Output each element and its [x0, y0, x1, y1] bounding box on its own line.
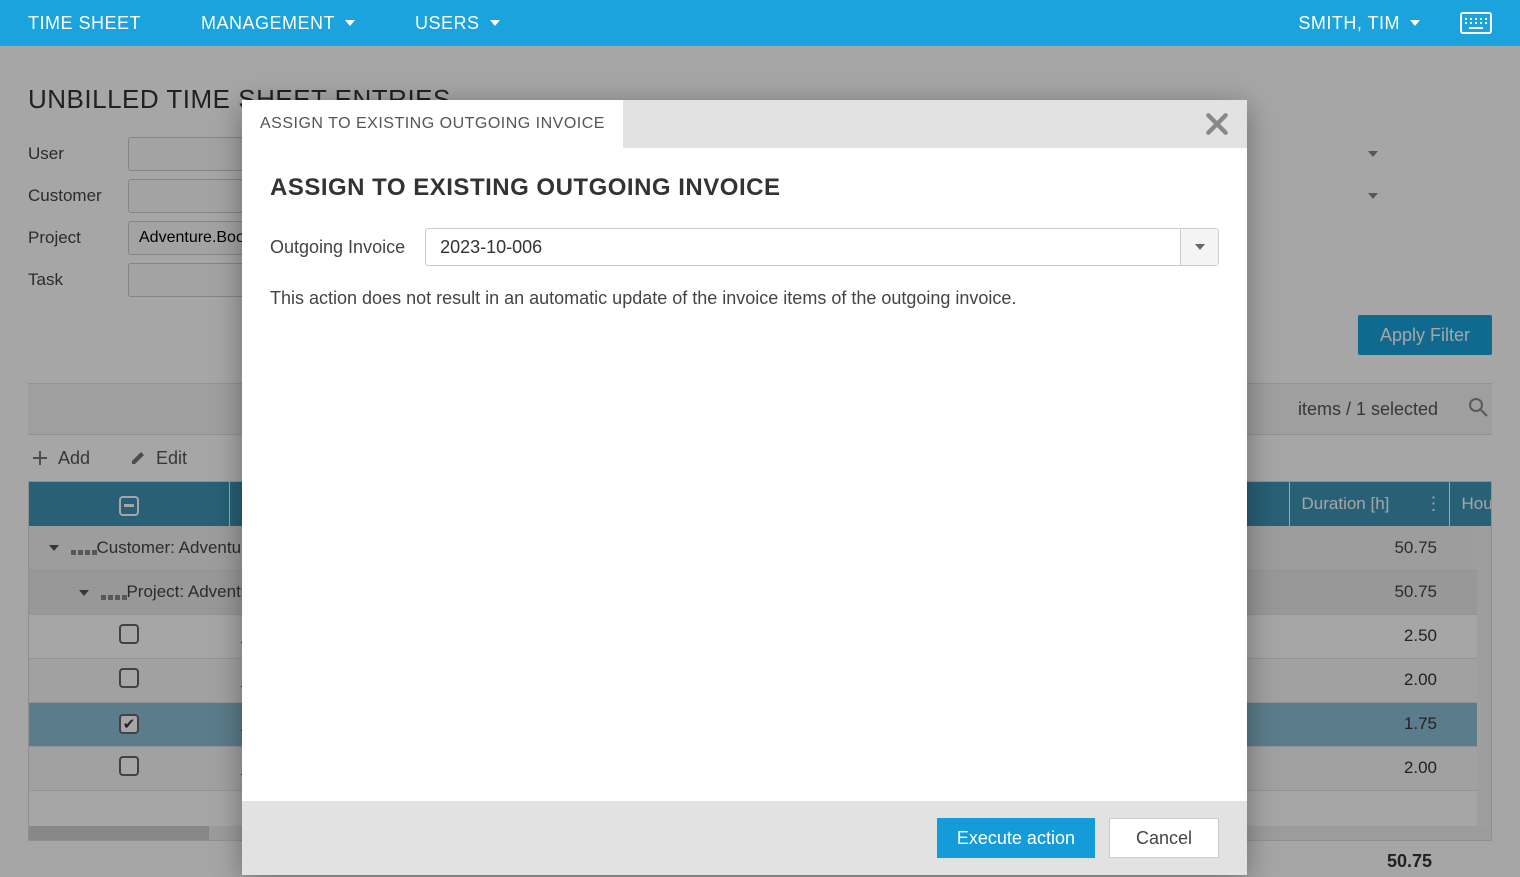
modal-footer: Execute action Cancel: [242, 801, 1247, 875]
nav-username: SMITH, TIM: [1298, 13, 1400, 34]
chevron-down-icon: [1410, 20, 1420, 26]
modal-note: This action does not result in an automa…: [270, 288, 1219, 309]
modal-close-button[interactable]: [1187, 100, 1247, 148]
assign-invoice-modal: ASSIGN TO EXISTING OUTGOING INVOICE ASSI…: [242, 100, 1247, 875]
outgoing-invoice-select[interactable]: 2023-10-006: [425, 228, 1219, 266]
nav-users-label: USERS: [415, 13, 480, 34]
outgoing-invoice-value: 2023-10-006: [426, 237, 1180, 258]
modal-body: ASSIGN TO EXISTING OUTGOING INVOICE Outg…: [242, 148, 1247, 801]
chevron-down-icon: [490, 20, 500, 26]
modal-heading: ASSIGN TO EXISTING OUTGOING INVOICE: [270, 174, 1219, 202]
nav-user-menu[interactable]: SMITH, TIM: [1298, 13, 1420, 34]
page-body: UNBILLED TIME SHEET ENTRIES User Billing…: [0, 46, 1520, 877]
nav-management[interactable]: MANAGEMENT: [201, 13, 355, 34]
keyboard-icon[interactable]: [1460, 12, 1492, 34]
nav-users[interactable]: USERS: [415, 13, 500, 34]
chevron-down-icon: [1180, 229, 1218, 265]
chevron-down-icon: [345, 20, 355, 26]
outgoing-invoice-label: Outgoing Invoice: [270, 237, 405, 258]
nav-management-label: MANAGEMENT: [201, 13, 335, 34]
top-nav: TIME SHEET MANAGEMENT USERS SMITH, TIM: [0, 0, 1520, 46]
modal-tabstrip: ASSIGN TO EXISTING OUTGOING INVOICE: [242, 100, 1247, 148]
execute-action-button[interactable]: Execute action: [937, 818, 1095, 858]
cancel-button[interactable]: Cancel: [1109, 818, 1219, 858]
nav-timesheet-label: TIME SHEET: [28, 13, 141, 34]
modal-tab-assign[interactable]: ASSIGN TO EXISTING OUTGOING INVOICE: [242, 100, 623, 148]
nav-timesheet[interactable]: TIME SHEET: [28, 13, 141, 34]
modal-tab-label: ASSIGN TO EXISTING OUTGOING INVOICE: [260, 115, 605, 133]
